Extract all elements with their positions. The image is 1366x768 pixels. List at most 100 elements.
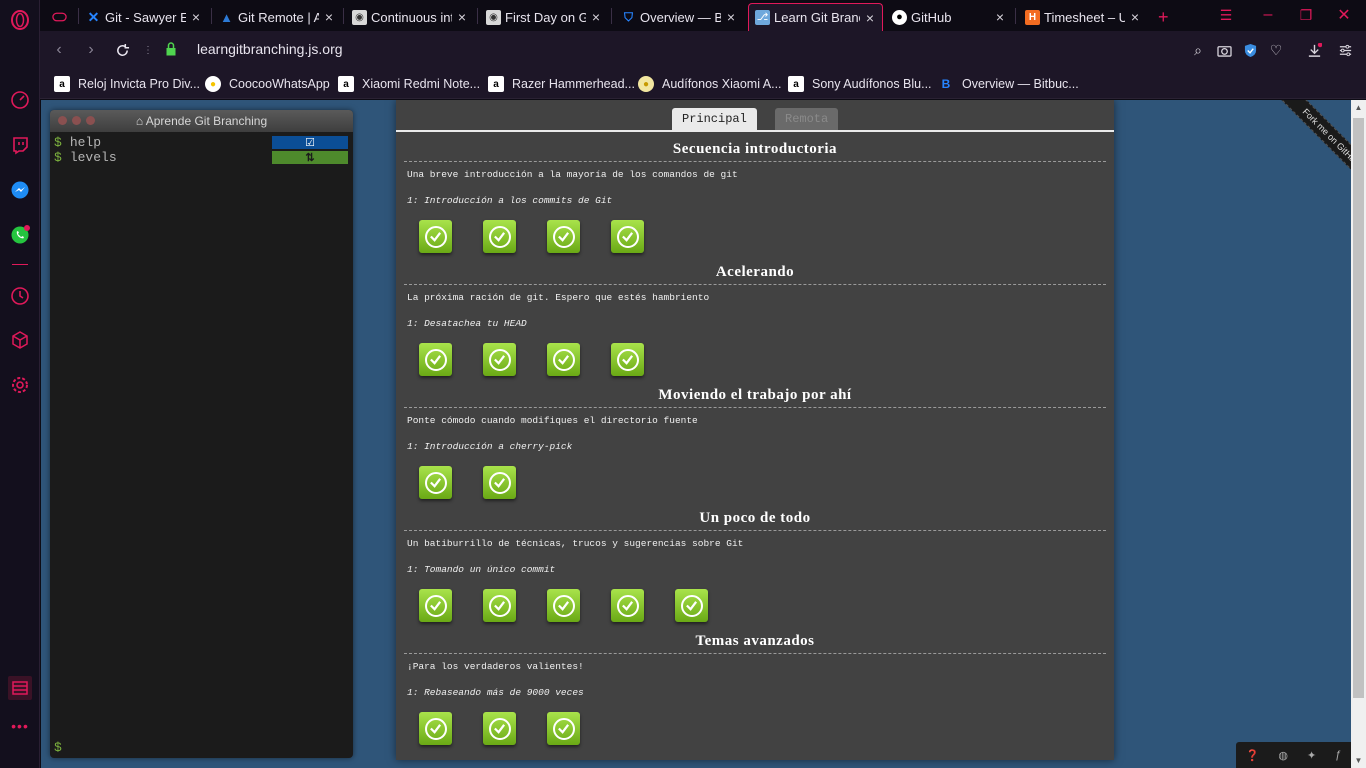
easy-setup-icon[interactable]: [1335, 40, 1355, 60]
level-button[interactable]: [611, 343, 644, 376]
bookmark-item[interactable]: a Xiaomi Redmi Note...: [338, 75, 480, 93]
close-icon[interactable]: ×: [1129, 9, 1141, 25]
messenger-icon[interactable]: [8, 178, 32, 202]
whatsapp-icon[interactable]: [8, 223, 32, 247]
scroll-up-icon[interactable]: ▲: [1351, 100, 1366, 115]
opera-logo-icon[interactable]: [8, 8, 32, 32]
close-icon[interactable]: ×: [590, 9, 602, 25]
tab-principal[interactable]: Principal: [672, 108, 757, 130]
close-icon[interactable]: ×: [456, 9, 468, 25]
window-close-icon[interactable]: ✕: [1334, 5, 1354, 25]
scroll-down-icon[interactable]: ▼: [1351, 753, 1366, 768]
checkmark-icon: [424, 348, 447, 371]
checkmark-icon: [680, 594, 703, 617]
scrollbar[interactable]: ▲ ▼: [1351, 100, 1366, 768]
more-options-icon[interactable]: •••: [8, 714, 32, 738]
tab-menu-icon[interactable]: ☰: [1216, 5, 1236, 25]
url-text[interactable]: learngitbranching.js.org: [197, 41, 343, 57]
level-button[interactable]: [547, 220, 580, 253]
minimize-icon[interactable]: –: [1258, 5, 1278, 25]
scroll-thumb[interactable]: [1353, 118, 1364, 698]
tab-azure[interactable]: ▲ Git Remote | Az ×: [213, 3, 341, 31]
new-tab-button[interactable]: +: [1152, 3, 1176, 31]
download-icon[interactable]: [1304, 40, 1324, 60]
fork-me-ribbon[interactable]: Fork me on GitHub: [1271, 100, 1351, 180]
help-badge[interactable]: ☑: [272, 136, 348, 149]
tab-continuous[interactable]: ◉ Continuous inte ×: [346, 3, 474, 31]
search-icon[interactable]: ⌕: [1188, 40, 1208, 60]
tab-learn-git-active[interactable]: ⎇ Learn Git Branc ×: [748, 3, 883, 31]
level-button[interactable]: [611, 220, 644, 253]
globe-icon[interactable]: ◍: [1278, 749, 1288, 762]
level-button[interactable]: [419, 343, 452, 376]
camera-icon[interactable]: [1214, 40, 1234, 60]
section-current-level: 1: Introducción a los commits de Git: [407, 195, 613, 206]
level-button[interactable]: [483, 220, 516, 253]
extensions-icon[interactable]: [8, 328, 32, 352]
levels-badge[interactable]: ⇅: [272, 151, 348, 164]
level-button[interactable]: [483, 343, 516, 376]
bookmark-label: Overview — Bitbuc...: [962, 77, 1079, 91]
reload-icon[interactable]: [111, 39, 133, 61]
bookmark-item[interactable]: a Sony Audífonos Blu...: [788, 75, 932, 93]
level-button[interactable]: [483, 712, 516, 745]
close-icon[interactable]: ×: [994, 9, 1006, 25]
azure-icon: ▲: [220, 9, 233, 25]
bookmark-label: Sony Audífonos Blu...: [812, 77, 932, 91]
twitch-icon[interactable]: [8, 133, 32, 157]
command-input[interactable]: $: [54, 740, 70, 755]
tab-gx[interactable]: [46, 3, 80, 31]
level-button[interactable]: [547, 343, 580, 376]
twitter-icon[interactable]: ✦: [1307, 749, 1316, 762]
level-button[interactable]: [419, 712, 452, 745]
level-button[interactable]: [547, 712, 580, 745]
bookmark-item[interactable]: ● CoocooWhatsApp: [205, 75, 330, 93]
level-button[interactable]: [483, 589, 516, 622]
level-button[interactable]: [419, 220, 452, 253]
tab-jira[interactable]: ✕ Git - Sawyer Effi ×: [80, 3, 208, 31]
tab-remota[interactable]: Remota: [775, 108, 839, 130]
back-icon[interactable]: ‹: [48, 39, 70, 61]
level-button[interactable]: [547, 589, 580, 622]
facebook-icon[interactable]: ƒ: [1335, 749, 1341, 761]
shield-icon[interactable]: [1240, 40, 1260, 60]
speed-dial-icon[interactable]: [8, 88, 32, 112]
sidebar-panel-icon[interactable]: [8, 676, 32, 700]
heart-icon[interactable]: ♡: [1266, 40, 1286, 60]
checkmark-icon: [488, 594, 511, 617]
terminal-close-dot[interactable]: [58, 116, 67, 125]
tab-first-day[interactable]: ◉ First Day on Gi ×: [480, 3, 608, 31]
history-icon[interactable]: [8, 284, 32, 308]
bookmark-item[interactable]: a Reloj Invicta Pro Div...: [54, 75, 200, 93]
bookmark-item[interactable]: ● Audífonos Xiaomi A...: [638, 75, 782, 93]
level-button[interactable]: [419, 589, 452, 622]
restore-icon[interactable]: ❐: [1296, 5, 1316, 25]
level-button[interactable]: [419, 466, 452, 499]
tab-github[interactable]: ● GitHub ×: [886, 3, 1012, 31]
close-icon[interactable]: ×: [864, 10, 876, 26]
settings-gear-icon[interactable]: [8, 373, 32, 397]
help-circle-icon[interactable]: ❓: [1246, 749, 1260, 762]
forward-icon[interactable]: ›: [80, 39, 102, 61]
section-current-level: 1: Rebaseando más de 9000 veces: [407, 687, 584, 698]
section-current-level: 1: Introducción a cherry-pick: [407, 441, 573, 452]
level-button[interactable]: [675, 589, 708, 622]
close-icon[interactable]: ×: [725, 9, 737, 25]
close-icon[interactable]: ×: [323, 9, 335, 25]
bookmark-item[interactable]: B Overview — Bitbuc...: [938, 75, 1079, 93]
checkmark-icon: [424, 225, 447, 248]
tab-bitbucket[interactable]: ⛉ Overview — Bit ×: [615, 3, 743, 31]
checkmark-icon: [552, 348, 575, 371]
level-button[interactable]: [483, 466, 516, 499]
tab-label: Git - Sawyer Effi: [105, 9, 186, 25]
tab-timesheet[interactable]: H Timesheet – Un ×: [1019, 3, 1147, 31]
bookmark-item[interactable]: a Razer Hammerhead...: [488, 75, 635, 93]
checkmark-icon: [424, 717, 447, 740]
terminal-minimize-dot[interactable]: [72, 116, 81, 125]
level-button[interactable]: [611, 589, 644, 622]
lock-icon[interactable]: [166, 42, 176, 56]
terminal-title: ⌂ Aprende Git Branching: [135, 114, 268, 128]
close-icon[interactable]: ×: [190, 9, 202, 25]
terminal-zoom-dot[interactable]: [86, 116, 95, 125]
site-menu-icon[interactable]: ⋮: [137, 39, 159, 61]
